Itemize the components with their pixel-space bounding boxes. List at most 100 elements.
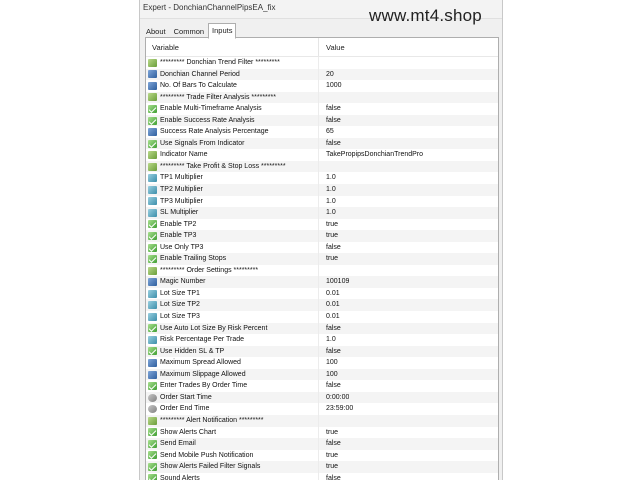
value-cell[interactable]: true bbox=[319, 253, 338, 265]
table-row[interactable]: Lot Size TP2 0.01 bbox=[146, 299, 498, 312]
table-row[interactable]: Enable TP2 true bbox=[146, 218, 498, 231]
value-cell[interactable]: 0.01 bbox=[319, 311, 340, 323]
table-row[interactable]: Order Start Time 0:00:00 bbox=[146, 391, 498, 404]
table-row[interactable]: Enable Success Rate Analysis false bbox=[146, 114, 498, 127]
table-row[interactable]: Maximum Spread Allowed 100 bbox=[146, 357, 498, 369]
table-row[interactable]: TP2 Multiplier 1.0 bbox=[146, 184, 498, 196]
value-cell[interactable] bbox=[319, 92, 326, 104]
table-row[interactable]: Use Only TP3 false bbox=[146, 241, 498, 254]
table-row[interactable]: Use Auto Lot Size By Risk Percent false bbox=[146, 322, 498, 335]
table-row[interactable]: Donchian Channel Period 20 bbox=[146, 68, 498, 81]
value-cell[interactable]: false bbox=[319, 346, 341, 358]
value-cell[interactable]: true bbox=[319, 427, 338, 439]
variable-name: Send Email bbox=[160, 440, 196, 448]
value-cell[interactable]: 100 bbox=[319, 357, 338, 369]
bool-type-icon bbox=[148, 243, 157, 252]
table-row[interactable]: ********* Trade Filter Analysis ********… bbox=[146, 91, 498, 104]
value-cell[interactable]: true bbox=[319, 230, 338, 242]
value-cell[interactable]: 20 bbox=[319, 69, 334, 81]
value-cell[interactable]: 0.01 bbox=[319, 288, 340, 300]
ab-type-icon bbox=[148, 266, 157, 275]
value-cell[interactable] bbox=[319, 57, 326, 69]
table-row[interactable]: Use Hidden SL & TP false bbox=[146, 345, 498, 358]
value-cell[interactable]: 1.0 bbox=[319, 184, 336, 196]
variable-cell: Enable Trailing Stops bbox=[146, 253, 319, 265]
table-row[interactable]: TP3 Multiplier 1.0 bbox=[146, 195, 498, 208]
table-row[interactable]: Indicator Name TakePropipsDonchianTrendPr… bbox=[146, 149, 498, 161]
value-cell[interactable]: false bbox=[319, 138, 341, 150]
value-cell[interactable] bbox=[319, 415, 326, 427]
value-cell[interactable]: 0.01 bbox=[319, 299, 340, 311]
table-row[interactable]: Enable Trailing Stops true bbox=[146, 253, 498, 265]
value-cell[interactable]: false bbox=[319, 323, 341, 335]
value-cell[interactable]: false bbox=[319, 438, 341, 450]
table-row[interactable]: Enable TP3 true bbox=[146, 230, 498, 242]
variable-cell: ********* Alert Notification ********* bbox=[146, 414, 319, 427]
table-row[interactable]: Sound Alerts false bbox=[146, 472, 498, 480]
value-cell[interactable]: false bbox=[319, 242, 341, 254]
value-cell[interactable]: 1.0 bbox=[319, 207, 336, 219]
table-row[interactable]: Show Alerts Chart true bbox=[146, 426, 498, 439]
variable-name: No. Of Bars To Calculate bbox=[160, 82, 237, 90]
value-cell[interactable] bbox=[319, 265, 326, 277]
value-cell[interactable]: false bbox=[319, 103, 341, 115]
value-cell[interactable]: false bbox=[319, 115, 341, 127]
table-row[interactable]: SL Multiplier 1.0 bbox=[146, 207, 498, 219]
table-row[interactable]: Lot Size TP1 0.01 bbox=[146, 287, 498, 300]
bool-type-icon bbox=[148, 139, 157, 148]
table-row[interactable]: ********* Take Profit & Stop Loss ******… bbox=[146, 160, 498, 173]
dbl-type-icon bbox=[148, 174, 157, 183]
value-cell[interactable]: true bbox=[319, 461, 338, 473]
table-row[interactable]: Success Rate Analysis Percentage 65 bbox=[146, 126, 498, 138]
column-header-value[interactable]: Value bbox=[319, 38, 345, 56]
value-cell[interactable]: 0:00:00 bbox=[319, 392, 349, 404]
variable-cell: Lot Size TP2 bbox=[146, 299, 319, 312]
time-type-icon bbox=[148, 405, 157, 414]
variable-name: Magic Number bbox=[160, 278, 206, 286]
table-row[interactable]: Send Email false bbox=[146, 438, 498, 450]
value-cell[interactable]: false bbox=[319, 380, 341, 392]
variable-name: TP1 Multiplier bbox=[160, 174, 203, 182]
value-cell[interactable] bbox=[319, 161, 326, 173]
value-cell[interactable]: 100 bbox=[319, 369, 338, 381]
variable-cell: Risk Percentage Per Trade bbox=[146, 334, 319, 346]
column-header-variable[interactable]: Variable bbox=[146, 38, 319, 56]
table-row[interactable]: ********* Donchian Trend Filter ********… bbox=[146, 57, 498, 69]
value-cell[interactable]: 1.0 bbox=[319, 172, 336, 184]
variable-cell: ********* Take Profit & Stop Loss ******… bbox=[146, 160, 319, 173]
table-row[interactable]: Order End Time 23:59:00 bbox=[146, 403, 498, 415]
variable-cell: TP3 Multiplier bbox=[146, 195, 319, 208]
variable-cell: Use Auto Lot Size By Risk Percent bbox=[146, 322, 319, 335]
table-row[interactable]: ********* Alert Notification ********* bbox=[146, 414, 498, 427]
value-cell[interactable]: true bbox=[319, 450, 338, 462]
table-row[interactable]: TP1 Multiplier 1.0 bbox=[146, 172, 498, 185]
table-row[interactable]: Risk Percentage Per Trade 1.0 bbox=[146, 334, 498, 346]
variable-name: ********* Alert Notification ********* bbox=[160, 416, 264, 424]
value-cell[interactable]: 1.0 bbox=[319, 196, 336, 208]
table-row[interactable]: Show Alerts Failed Filter Signals true bbox=[146, 461, 498, 473]
table-row[interactable]: Enable Multi-Timeframe Analysis false bbox=[146, 103, 498, 115]
value-cell[interactable]: 1000 bbox=[319, 80, 342, 92]
table-row[interactable]: Enter Trades By Order Time false bbox=[146, 380, 498, 392]
table-row[interactable]: Lot Size TP3 0.01 bbox=[146, 311, 498, 323]
value-cell[interactable]: 23:59:00 bbox=[319, 403, 353, 415]
variable-cell: Show Alerts Chart bbox=[146, 426, 319, 439]
value-cell[interactable]: 65 bbox=[319, 126, 334, 138]
value-cell[interactable]: 1.0 bbox=[319, 334, 336, 346]
tab-inputs[interactable]: Inputs bbox=[208, 23, 237, 39]
value-cell[interactable]: true bbox=[319, 219, 338, 231]
table-row[interactable]: Maximum Slippage Allowed 100 bbox=[146, 368, 498, 381]
expert-properties-window: Expert - DonchianChannelPipsEA_fix About… bbox=[139, 0, 503, 480]
table-row[interactable]: Send Mobile Push Notification true bbox=[146, 449, 498, 462]
value-cell[interactable]: false bbox=[319, 473, 341, 480]
table-row[interactable]: Magic Number 100109 bbox=[146, 276, 498, 288]
value-cell[interactable]: TakePropipsDonchianTrendPro bbox=[319, 149, 423, 161]
table-row[interactable]: Use Signals From Indicator false bbox=[146, 137, 498, 150]
bool-type-icon bbox=[148, 428, 157, 437]
table-row[interactable]: No. Of Bars To Calculate 1000 bbox=[146, 80, 498, 92]
table-row[interactable]: ********* Order Settings ********* bbox=[146, 264, 498, 277]
value-cell[interactable]: 100109 bbox=[319, 276, 349, 288]
variable-cell: SL Multiplier bbox=[146, 207, 319, 219]
dbl-type-icon bbox=[148, 197, 157, 206]
bool-type-icon bbox=[148, 255, 157, 264]
